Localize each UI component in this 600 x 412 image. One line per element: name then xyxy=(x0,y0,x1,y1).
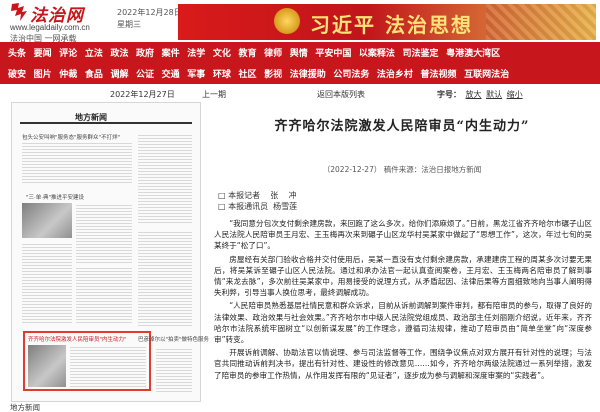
promo-banner[interactable]: 习近平 法治思想 xyxy=(178,4,596,40)
prev-issue-link[interactable]: 上一期 xyxy=(202,89,226,100)
nav-link[interactable]: 案件 xyxy=(162,46,180,59)
article-title: 齐齐哈尔法院激发人民陪审员“内生动力” xyxy=(274,119,530,134)
article-paragraph: “我同意分包次支付剩余建房款，来回跑了这么多次，给你们添麻烦了。”日前，黑龙江省… xyxy=(214,219,592,251)
thumb-photo xyxy=(22,203,72,238)
nav-link[interactable]: 公司法务 xyxy=(333,67,369,80)
nav-link[interactable]: 平安中国 xyxy=(315,46,351,59)
article-paragraph: 开展诉前调解、协助法官以情说理、参与司法监督等工作，围绕争议焦点对双方展开有针对… xyxy=(214,348,592,380)
nav-link[interactable]: 普法视频 xyxy=(421,67,457,80)
thumb-text-block xyxy=(138,133,192,223)
font-size-controls: 字号： 放大 默认 缩小 xyxy=(437,89,523,100)
site-logo[interactable]: 法治网 www.legaldaily.com.cn 法治中国 一网承载 xyxy=(10,2,105,43)
nav-link[interactable]: 立法 xyxy=(85,46,103,59)
nav-link[interactable]: 社区 xyxy=(238,67,256,80)
thumb-headline[interactable]: "三·单·典"推进平安建设 xyxy=(26,193,84,201)
nav-link[interactable]: 要闻 xyxy=(34,46,52,59)
emblem-icon xyxy=(274,8,300,34)
nav-link[interactable]: 影视 xyxy=(264,67,282,80)
byline-reporter: □ 本报记者 张 冲 xyxy=(218,191,297,200)
thumb-text-block xyxy=(138,231,192,326)
site-header: 法治网 www.legaldaily.com.cn 法治中国 一网承载 2022… xyxy=(0,0,600,43)
issue-toolbar: 2022年12月27日 上一期 返回本版列表 字号： 放大 默认 缩小 xyxy=(22,89,588,102)
nav-link[interactable]: 交通 xyxy=(162,67,180,80)
current-date: 2022年12月28日 xyxy=(117,8,182,17)
nav-link[interactable]: 环球 xyxy=(213,67,231,80)
nav-link[interactable]: 互联网法治 xyxy=(464,67,509,80)
thumb-headline[interactable]: 巴彦淖尔以"拍卖"做特色服务 xyxy=(138,335,209,343)
nav-link[interactable]: 食品 xyxy=(85,67,103,80)
font-small-link[interactable]: 缩小 xyxy=(507,90,523,99)
thumb-text-block xyxy=(76,268,132,323)
main-nav: 头条 要闻 评论 立法 政法 政府 案件 法学 文化 教育 律师 舆情 平安中国 以案释法 司法鉴定 粤港澳大… xyxy=(0,42,600,84)
nav-link[interactable]: 以案释法 xyxy=(359,46,395,59)
nav-link[interactable]: 评论 xyxy=(59,46,77,59)
thumb-text-block xyxy=(156,347,192,392)
nav-link[interactable]: 教育 xyxy=(238,46,256,59)
article-body: “我同意分包次支付剩余建房款，来回跑了这么多次，给你们添麻烦了。”日前，黑龙江省… xyxy=(214,218,592,383)
nav-link[interactable]: 政府 xyxy=(136,46,154,59)
article-paragraph: “人民陪审员熟悉基层社情民意和群众诉求，目前从诉前调解到案件审判，都有陪审员的参… xyxy=(214,301,592,345)
thumb-headline[interactable]: 包头公安叫响"服务态"服务群众"不打烊" xyxy=(22,133,120,141)
byline-correspondent: □ 本报通讯员 杨雪莲 xyxy=(218,202,298,211)
current-weekday: 星期三 xyxy=(117,20,141,29)
nav-link[interactable]: 图片 xyxy=(34,67,52,80)
nav-link[interactable]: 军事 xyxy=(187,67,205,80)
thumb-text-block xyxy=(70,345,146,387)
nav-link[interactable]: 律师 xyxy=(264,46,282,59)
logo-mark-icon xyxy=(11,3,27,21)
thumb-header: 地方新闻 xyxy=(20,111,192,124)
back-to-list-link[interactable]: 返回本版列表 xyxy=(317,89,365,100)
banner-text: 习近平 法治思想 xyxy=(310,13,473,37)
thumb-photo xyxy=(28,345,66,387)
nav-link[interactable]: 法治乡村 xyxy=(377,67,413,80)
thumb-section-title: 地方新闻 xyxy=(75,113,107,122)
font-default-link[interactable]: 默认 xyxy=(486,90,502,99)
page-thumbnail[interactable]: 地方新闻 包头公安叫响"服务态"服务群众"不打烊" "三·单·典"推进平安建设 … xyxy=(11,102,209,402)
issue-date: 2022年12月27日 xyxy=(110,90,175,99)
nav-link[interactable]: 政法 xyxy=(110,46,128,59)
nav-link[interactable]: 头条 xyxy=(8,46,26,59)
thumb-selected-headline: 齐齐哈尔法院激发人民陪审员"内生动力" xyxy=(28,337,127,343)
nav-link[interactable]: 破安 xyxy=(8,67,26,80)
font-size-label: 字号： xyxy=(437,90,461,99)
banner-decoration xyxy=(486,4,596,40)
nav-link[interactable]: 舆情 xyxy=(290,46,308,59)
article-byline: □ 本报记者 张 冲 □ 本报通讯员 杨雪莲 xyxy=(218,190,297,212)
font-large-link[interactable]: 放大 xyxy=(466,90,482,99)
nav-link[interactable]: 法学 xyxy=(187,46,205,59)
article-paragraph: 房屋经有关部门验收合格并交付使用后，吴某一直没有支付剩余建房款，承建建房工程的周… xyxy=(214,254,592,298)
section-footer-label: 地方新闻 xyxy=(10,403,40,412)
header-date: 2022年12月28日 星期三 xyxy=(117,7,182,31)
thumb-text-block xyxy=(22,243,72,323)
nav-link[interactable]: 公证 xyxy=(136,67,154,80)
nav-row-1: 头条 要闻 评论 立法 政法 政府 案件 法学 文化 教育 律师 舆情 平安中国 以案释法 司法鉴定 粤港澳大… xyxy=(8,42,508,63)
nav-link[interactable]: 仲裁 xyxy=(59,67,77,80)
article-meta: （2022-12-27） 稿件来源：法治日报地方新闻 xyxy=(322,165,482,174)
nav-row-2: 破安 图片 仲裁 食品 调解 公证 交通 军事 环球 社区 影视 法律援助 公司法务 法治乡村 普法视频 互联… xyxy=(8,63,517,84)
selected-article-highlight[interactable]: 齐齐哈尔法院激发人民陪审员"内生动力" xyxy=(23,331,151,391)
logo-url: www.legaldaily.com.cn xyxy=(10,23,90,32)
thumb-text-block xyxy=(76,203,132,263)
nav-link[interactable]: 粤港澳大湾区 xyxy=(446,46,500,59)
nav-link[interactable]: 法律援助 xyxy=(290,67,326,80)
nav-link[interactable]: 调解 xyxy=(110,67,128,80)
nav-link[interactable]: 司法鉴定 xyxy=(403,46,439,59)
article-panel: 齐齐哈尔法院激发人民陪审员“内生动力” （2022-12-27） 稿件来源：法治… xyxy=(210,102,594,402)
nav-link[interactable]: 文化 xyxy=(213,46,231,59)
thumb-text-block xyxy=(22,143,132,183)
